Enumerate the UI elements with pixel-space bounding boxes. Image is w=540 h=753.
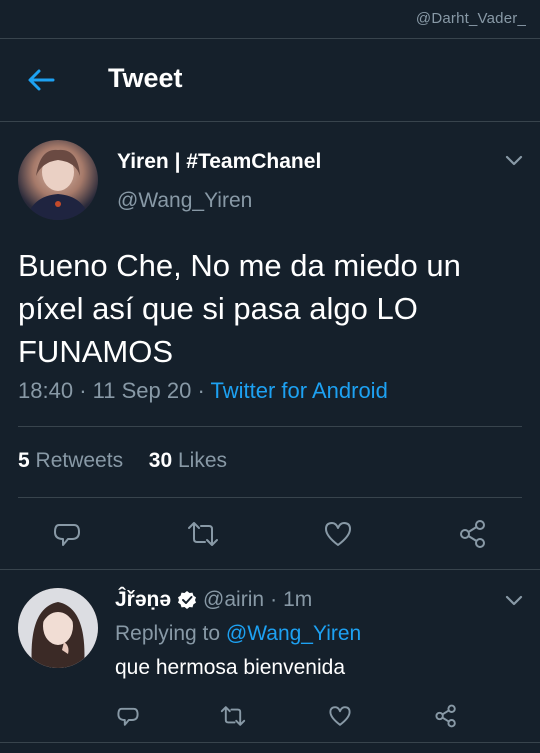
chevron-down-icon [505,595,523,606]
heart-icon [325,522,351,546]
reply-handle[interactable]: @airin [203,588,264,612]
reply-age: 1m [283,588,313,611]
retweets-count: 5 [18,449,30,472]
share-icon [435,704,456,728]
comment-icon [117,707,139,726]
reply-text: que hermosa bienvenida [115,656,345,679]
reply-actions [0,698,540,734]
avatar[interactable] [18,140,98,220]
heart-icon [329,706,351,726]
reply-reply-button[interactable] [110,698,146,734]
tweet-text: Bueno Che, No me da miedo un píxel así q… [18,248,461,369]
verified-badge-icon [178,591,197,609]
tweet-time: 18:40 [18,378,74,403]
tweet-stats: 5 Retweets 30 Likes [18,449,227,473]
reply-retweet-button[interactable] [215,698,251,734]
reply-menu-button[interactable] [502,590,526,610]
separator-dot: · [197,378,205,403]
likes-count: 30 [148,449,173,472]
page-title: Tweet [108,63,183,93]
share-button[interactable] [455,516,491,552]
likes-label: Likes [177,449,227,472]
back-button[interactable] [24,65,58,95]
share-icon [460,520,485,548]
divider [0,742,540,743]
watermark: @Darht_Vader_ [415,10,526,27]
reply-share-button[interactable] [428,698,464,734]
retweet-button[interactable] [185,516,221,552]
divider [0,569,540,570]
tweet-actions [0,512,540,556]
tweet-meta: 18:40 · 11 Sep 20 · Twitter for Android [18,378,388,404]
retweet-icon [188,522,218,546]
divider [18,426,522,427]
tweet-menu-button[interactable] [502,150,526,170]
reply-button[interactable] [49,516,85,552]
retweet-icon [220,706,246,726]
tweet-handle[interactable]: @Wang_Yiren [117,189,252,213]
likes-stat[interactable]: 30 Likes [149,449,227,472]
top-bar: Tweet [0,38,540,122]
chevron-down-icon [505,155,523,166]
reply-like-button[interactable] [322,698,358,734]
separator-dot: · [270,588,278,611]
replying-to-link[interactable]: @Wang_Yiren [226,622,361,645]
tweet-display-name[interactable]: Yiren | #TeamChanel [117,150,321,174]
divider [18,497,522,498]
like-button[interactable] [320,516,356,552]
tweet-date: 11 Sep 20 [92,378,192,403]
comment-icon [54,524,80,546]
arrow-left-icon [28,69,55,91]
reply-header: Ĵřəṇə @airin · 1m [115,588,312,612]
reply-display-name[interactable]: Ĵřəṇə [115,588,171,612]
replying-to: Replying to @Wang_Yiren [115,622,361,646]
tweet-client-link[interactable]: Twitter for Android [211,378,388,403]
separator-dot: · [79,378,87,403]
replying-label: Replying to [115,622,221,645]
retweets-stat[interactable]: 5 Retweets [18,449,123,472]
retweets-label: Retweets [35,449,124,472]
reply-avatar[interactable] [18,588,98,668]
